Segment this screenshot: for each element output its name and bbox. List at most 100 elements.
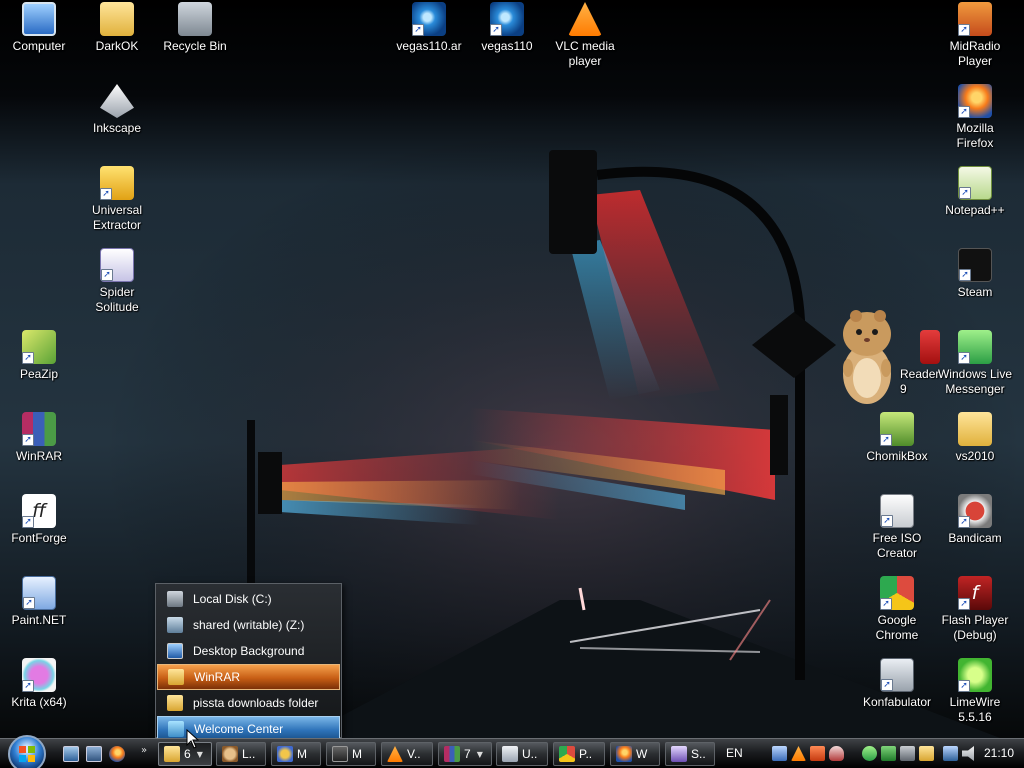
desktop-icon-vegas110[interactable]: ➚ vegas110 [467, 2, 547, 54]
language-indicator[interactable]: EN [726, 746, 743, 760]
chomikbox-icon: ➚ [880, 412, 914, 446]
desktop-icon-label: Recycle Bin [163, 39, 227, 53]
desktop-icon-vs2010[interactable]: vs2010 [935, 412, 1015, 464]
tray-vlc-icon[interactable] [791, 746, 806, 761]
desktop-icon-flash-player[interactable]: f ➚ Flash Player (Debug) [935, 576, 1015, 643]
desktop-icon-chomikbox[interactable]: ➚ ChomikBox [857, 412, 937, 464]
chevron-down-icon: ▼ [476, 749, 483, 759]
tray-update-icon[interactable] [810, 746, 825, 761]
desktop-icon-label: Inkscape [92, 121, 142, 135]
jump-item-label: Local Disk (C:) [193, 592, 272, 606]
chrome-icon: ➚ [880, 576, 914, 610]
recycle-bin-icon [178, 2, 212, 36]
desktop-icon-midradio[interactable]: ➚ MidRadio Player [935, 2, 1015, 69]
limewire-icon: ➚ [958, 658, 992, 692]
jump-item-shared-drive[interactable]: shared (writable) (Z:) [157, 612, 340, 638]
desktop-icon-label: Google Chrome [875, 613, 919, 642]
switch-windows-icon[interactable] [86, 746, 102, 762]
tray-device-icon[interactable] [900, 746, 915, 761]
desktop-icon-vlc[interactable]: VLC media player [545, 2, 625, 69]
taskbar-button-winrar-group[interactable]: 7 ▼ [438, 742, 492, 766]
jump-item-local-disk[interactable]: Local Disk (C:) [157, 586, 340, 612]
paintnet-icon: ➚ [22, 576, 56, 610]
inkscape-icon [100, 84, 134, 118]
taskbar-jump-list: Local Disk (C:) shared (writable) (Z:) D… [155, 583, 342, 742]
taskbar-button-media[interactable]: M [271, 742, 321, 766]
desktop-icon-label: Konfabulator [862, 695, 932, 709]
desktop-icon-konfabulator[interactable]: ➚ Konfabulator [857, 658, 937, 710]
taskbar-button-mixer[interactable]: M [326, 742, 376, 766]
desktop-icon-label: vs2010 [955, 449, 995, 463]
taskbar-clock[interactable]: 21:10 [984, 746, 1014, 760]
desktop-icon-steam[interactable]: ➚ Steam [935, 248, 1015, 300]
iso-creator-icon: ➚ [880, 494, 914, 528]
desktop-icon-inkscape[interactable]: Inkscape [77, 84, 157, 136]
desktop-icon-google-chrome[interactable]: ➚ Google Chrome [857, 576, 937, 643]
jump-item-winrar[interactable]: WinRAR [157, 664, 340, 690]
taskbar-button-l[interactable]: L.. [216, 742, 266, 766]
desktop-icon-peazip[interactable]: ➚ PeaZip [0, 330, 79, 382]
hamster-gadget[interactable] [836, 306, 898, 406]
desktop-icon-recycle-bin[interactable]: Recycle Bin [155, 2, 235, 54]
desktop-icon-label: Krita (x64) [11, 695, 67, 709]
firefox-quicklaunch-icon[interactable] [109, 746, 125, 762]
spider-icon [671, 746, 687, 762]
network-drive-icon [167, 617, 183, 633]
taskbar-button-chrome[interactable]: P.. [553, 742, 605, 766]
desktop-icon-limewire[interactable]: ➚ LimeWire 5.5.16 [935, 658, 1015, 725]
desktop-icon-computer[interactable]: Computer [0, 2, 79, 54]
desktop-icon-windows-live-messenger[interactable]: ➚ Windows Live Messenger [935, 330, 1015, 397]
tray-messenger-icon[interactable] [862, 746, 877, 761]
mixer-icon [332, 746, 348, 762]
shortcut-arrow-icon: ➚ [958, 598, 970, 610]
desktop-icon-fontforge[interactable]: ff ➚ FontForge [0, 494, 79, 546]
tray-volume-icon[interactable] [962, 746, 974, 761]
winrar-icon [444, 746, 460, 762]
desktop-icon-free-iso-creator[interactable]: ➚ Free ISO Creator [857, 494, 937, 561]
taskbar-button-vlc[interactable]: V.. [381, 742, 433, 766]
tray-network-icon[interactable] [943, 746, 958, 761]
desktop-icon-label: Spider Solitude [95, 285, 139, 314]
tray-network-share-icon[interactable] [772, 746, 787, 761]
shortcut-arrow-icon: ➚ [22, 680, 34, 692]
desktop-icon-winrar[interactable]: ➚ WinRAR [0, 412, 79, 464]
vlc-icon [568, 2, 602, 36]
start-button[interactable] [8, 735, 46, 768]
tray-users-icon[interactable] [881, 746, 896, 761]
shortcut-arrow-icon: ➚ [22, 516, 34, 528]
jump-item-label: pissta downloads folder [193, 696, 319, 710]
desktop-background-icon [167, 643, 183, 659]
desktop-icon-label: Steam [957, 285, 993, 299]
desktop-icon-spider-solitude[interactable]: ➚ Spider Solitude [77, 248, 157, 315]
desktop-icon-notepadpp[interactable]: ➚ Notepad++ [935, 166, 1015, 218]
taskbar-button-spider[interactable]: S.. [665, 742, 715, 766]
desktop-icon-universal-extractor[interactable]: ➚ Universal Extractor [77, 166, 157, 233]
taskbar-button-u[interactable]: U.. [496, 742, 548, 766]
jump-item-label: Welcome Center [194, 722, 284, 736]
shortcut-arrow-icon: ➚ [958, 352, 970, 364]
desktop-icon-darkok[interactable]: DarkOK [77, 2, 157, 54]
desktop-icon-krita[interactable]: ➚ Krita (x64) [0, 658, 79, 710]
jump-item-desktop-background[interactable]: Desktop Background [157, 638, 340, 664]
show-desktop-icon[interactable] [63, 746, 79, 762]
jump-item-pissta-downloads[interactable]: pissta downloads folder [157, 690, 340, 716]
steam-icon: ➚ [958, 248, 992, 282]
desktop-icon-label: PeaZip [19, 367, 59, 381]
desktop-icon-bandicam[interactable]: ➚ Bandicam [935, 494, 1015, 546]
taskbar-button-label: 6 [184, 747, 191, 761]
desktop-icon-firefox[interactable]: ➚ Mozilla Firefox [935, 84, 1015, 151]
shortcut-arrow-icon: ➚ [412, 24, 424, 36]
taskbar-button-folders[interactable]: 6 ▼ [158, 742, 212, 766]
taskbar-button-label: 7 [464, 747, 471, 761]
desktop-icon-paintnet[interactable]: ➚ Paint.NET [0, 576, 79, 628]
hamster-icon [222, 746, 238, 762]
taskbar-button-firefox[interactable]: W [610, 742, 660, 766]
tray-antivirus-shield-icon[interactable] [829, 746, 844, 761]
desktop-icon-vegas110-ar[interactable]: ➚ vegas110.ar [389, 2, 469, 54]
quick-launch-more-button[interactable]: » [141, 745, 147, 756]
spider-solitaire-icon: ➚ [100, 248, 134, 282]
tray-folder-icon[interactable] [919, 746, 934, 761]
desktop-icon-label: Bandicam [948, 531, 1002, 545]
jump-item-label: shared (writable) (Z:) [193, 618, 305, 632]
shortcut-arrow-icon: ➚ [101, 269, 113, 281]
